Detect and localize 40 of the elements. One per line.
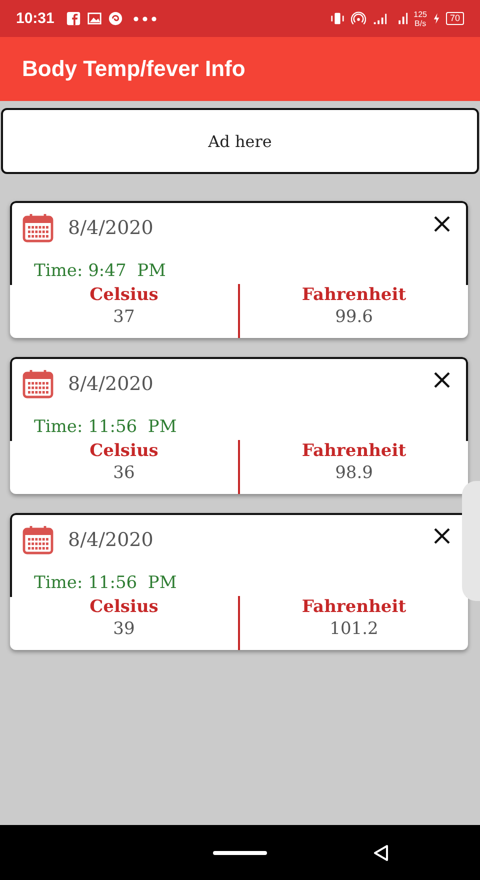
celsius-label: Celsius <box>90 285 158 305</box>
battery-level: 70 <box>446 12 464 25</box>
fahrenheit-label: Fahrenheit <box>302 441 406 461</box>
record-date: 8/4/2020 <box>68 373 154 395</box>
close-icon[interactable] <box>432 370 452 390</box>
gallery-icon <box>87 11 102 26</box>
back-icon[interactable] <box>371 842 391 862</box>
social-app-icon <box>66 11 82 26</box>
celsius-value: 39 <box>113 619 135 639</box>
calendar-icon <box>22 369 54 399</box>
close-icon[interactable] <box>432 526 452 546</box>
app-title: Body Temp/fever Info <box>22 56 246 82</box>
record-date: 8/4/2020 <box>68 529 154 551</box>
clock-time: 10:31 <box>16 10 54 27</box>
hotspot-icon <box>350 11 366 26</box>
record-time: Time: 11:56 PM <box>34 573 178 593</box>
celsius-value: 36 <box>113 463 135 483</box>
signal-icon <box>372 11 387 26</box>
vibrate-icon <box>330 11 345 26</box>
celsius-label: Celsius <box>90 597 158 617</box>
swirl-app-icon <box>108 11 124 26</box>
calendar-icon <box>22 213 54 243</box>
calendar-icon <box>22 525 54 555</box>
record-time: Time: 9:47 PM <box>34 261 167 281</box>
charging-icon <box>432 13 440 24</box>
record-time: Time: 11:56 PM <box>34 417 178 437</box>
home-button[interactable] <box>213 850 267 854</box>
ad-banner[interactable]: Ad here <box>1 108 479 174</box>
fahrenheit-label: Fahrenheit <box>302 597 406 617</box>
network-speed-value: 125 <box>414 10 427 18</box>
close-icon[interactable] <box>432 214 452 234</box>
fahrenheit-value: 98.9 <box>335 463 373 483</box>
fahrenheit-value: 99.6 <box>335 307 373 327</box>
record-date: 8/4/2020 <box>68 217 154 239</box>
fahrenheit-value: 101.2 <box>330 619 378 639</box>
fahrenheit-label: Fahrenheit <box>302 285 406 305</box>
celsius-value: 37 <box>113 307 135 327</box>
network-speed-unit: B/s <box>414 18 426 28</box>
celsius-label: Celsius <box>90 441 158 461</box>
more-notifications-icon <box>133 16 158 22</box>
